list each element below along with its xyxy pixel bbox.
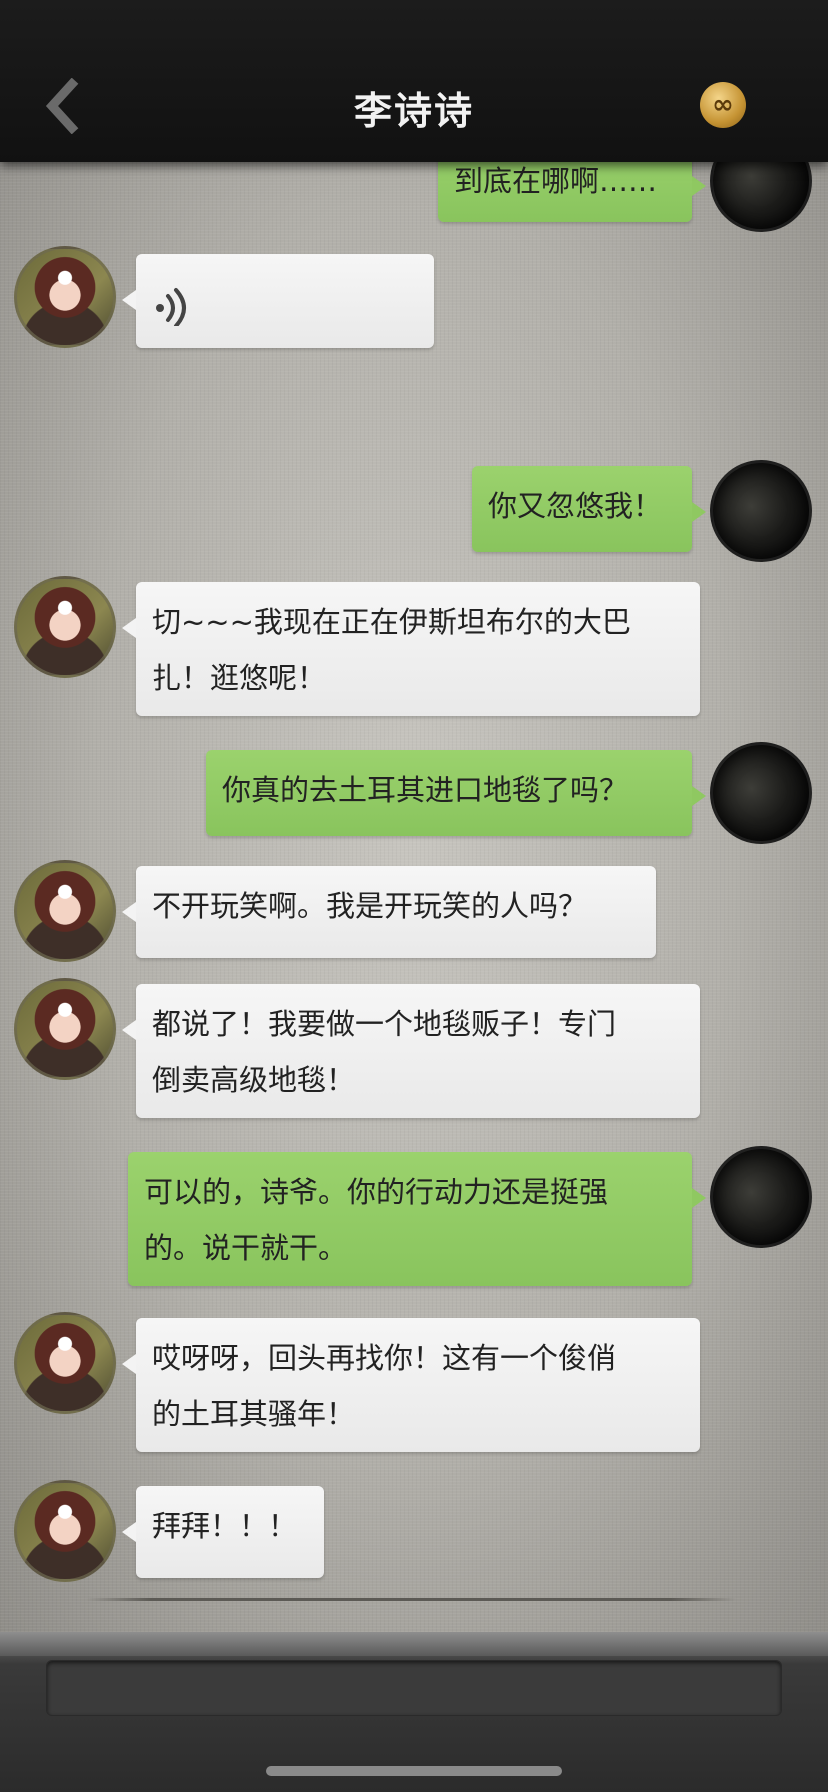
contact-avatar[interactable] [14, 978, 116, 1080]
chat-end-divider [86, 1598, 736, 1601]
top-nav-bar: 李诗诗 ∞ [0, 0, 828, 162]
message-text: 你又忽悠我！ [488, 489, 663, 523]
message-text-line: 的。说干就干。 [144, 1231, 348, 1265]
message-text: 拜拜！！！ [152, 1509, 298, 1543]
message-bubble-received[interactable]: 拜拜！！！ [122, 1486, 324, 1578]
message-text: 不开玩笑啊。我是开玩笑的人吗？ [152, 889, 588, 923]
message-bubble-sent[interactable]: 可以的，诗爷。你的行动力还是挺强 的。说干就干。 [128, 1152, 706, 1286]
message-text-line: 都说了！我要做一个地毯贩子！专门 [152, 1007, 617, 1041]
message-text: 到底在哪啊…… [454, 164, 658, 198]
message-bubble-received[interactable]: 都说了！我要做一个地毯贩子！专门 倒卖高级地毯！ [122, 984, 700, 1118]
contact-avatar[interactable] [14, 576, 116, 678]
contact-avatar[interactable] [14, 860, 116, 962]
contact-avatar[interactable] [14, 246, 116, 348]
my-avatar[interactable] [710, 742, 812, 844]
message-text-line: 倒卖高级地毯！ [152, 1063, 356, 1097]
contact-avatar[interactable] [14, 1480, 116, 1582]
message-text-line: 的土耳其骚年！ [152, 1397, 356, 1431]
voice-wave-icon [156, 288, 186, 326]
message-text-line: 哎呀呀，回头再找你！这有一个俊俏 [152, 1341, 617, 1375]
message-text-line: 可以的，诗爷。你的行动力还是挺强 [144, 1175, 609, 1209]
contact-avatar[interactable] [14, 1312, 116, 1414]
message-text-line: 切~~~我现在正在伊斯坦布尔的大巴 [152, 605, 631, 639]
message-text: 你真的去土耳其进口地毯了吗？ [222, 773, 629, 807]
message-input[interactable] [46, 1660, 782, 1716]
message-bubble-received[interactable]: 哎呀呀，回头再找你！这有一个俊俏 的土耳其骚年！ [122, 1318, 700, 1452]
message-bubble-sent[interactable]: 你真的去土耳其进口地毯了吗？ [206, 750, 706, 836]
message-bubble-received[interactable]: 切~~~我现在正在伊斯坦布尔的大巴 扎！逛悠呢！ [122, 582, 700, 716]
voice-message-bubble[interactable] [122, 254, 434, 348]
my-avatar[interactable] [710, 460, 812, 562]
infinity-badge-icon[interactable]: ∞ [700, 82, 746, 128]
message-bubble-sent[interactable]: 你又忽悠我！ [472, 466, 706, 552]
message-text-line: 扎！逛悠呢！ [152, 661, 327, 695]
home-indicator[interactable] [266, 1766, 562, 1776]
message-bubble-received[interactable]: 不开玩笑啊。我是开玩笑的人吗？ [122, 866, 656, 958]
my-avatar[interactable] [710, 1146, 812, 1248]
